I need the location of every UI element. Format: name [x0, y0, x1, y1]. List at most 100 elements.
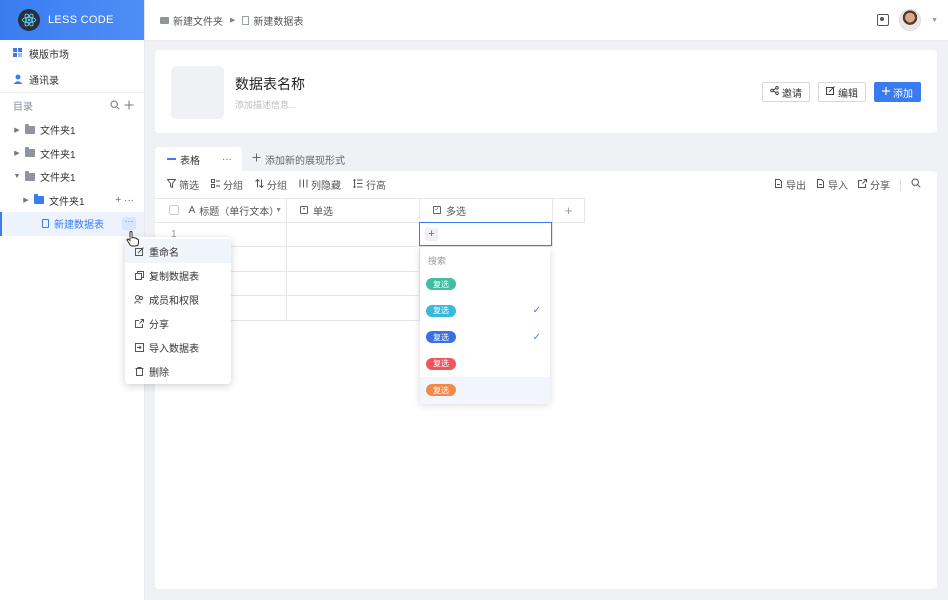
breadcrumb-sheet[interactable]: 新建数据表 — [253, 13, 303, 28]
sheet-title[interactable]: 数据表名称 — [235, 74, 305, 94]
table-cell[interactable] — [287, 247, 420, 272]
plus-icon[interactable]: + — [425, 227, 438, 241]
add-view-label: 添加新的展现形式 — [265, 155, 345, 167]
brand-header[interactable]: LESS CODE — [0, 0, 144, 40]
option-tag: 复选 — [426, 304, 456, 317]
add-column-button[interactable]: + — [553, 198, 585, 223]
filter-button[interactable]: 筛选 — [166, 177, 199, 192]
table-cell[interactable] — [287, 271, 420, 296]
row-tools[interactable]: + ··· — [115, 195, 134, 206]
import-icon — [134, 342, 144, 352]
table-cell[interactable] — [287, 222, 420, 247]
more-icon[interactable]: ··· — [222, 154, 232, 165]
caret-down-icon[interactable]: ▼ — [12, 173, 22, 180]
sort-icon — [255, 178, 264, 191]
more-icon[interactable]: ··· — [122, 217, 136, 230]
dropdown-option[interactable]: 复选 — [420, 271, 550, 298]
menu-item-delete[interactable]: 删除 — [125, 359, 231, 383]
plus-icon — [252, 153, 261, 165]
tab-label: 表格 — [180, 155, 200, 167]
group-button[interactable]: 分组 — [211, 177, 243, 192]
tree-subfolder-item[interactable]: ▶ 文件夹1 + ··· — [0, 189, 144, 213]
dropdown-option[interactable]: 复选 — [420, 351, 550, 378]
menu-item-members[interactable]: 成员和权限 — [125, 287, 231, 311]
row-height-button[interactable]: 行高 — [353, 177, 386, 192]
filter-label: 筛选 — [179, 181, 199, 192]
avatar[interactable] — [899, 9, 922, 31]
edit-button[interactable]: 编辑 — [818, 82, 866, 102]
tab-table[interactable]: 表格 ··· — [155, 147, 242, 171]
sheet-description[interactable]: 添加描述信息... — [235, 98, 297, 111]
caret-right-icon[interactable]: ▶ — [12, 149, 22, 157]
column-header-multi-select[interactable]: ✓ 多选 — [420, 198, 553, 223]
edit-icon — [826, 86, 835, 98]
user-icon — [13, 74, 23, 84]
table-cell[interactable] — [287, 296, 420, 321]
invite-button[interactable]: 邀请 — [762, 82, 810, 102]
top-bar: 新建文件夹 ▶ 新建数据表 ▼ — [145, 0, 948, 40]
table-header-row: A 标题（单行文本） ▼ • 单选 ✓ 多选 + — [155, 198, 585, 223]
row-height-icon — [353, 178, 363, 191]
caret-right-icon[interactable]: ▶ — [12, 126, 22, 134]
check-icon: ✓ — [532, 305, 541, 317]
tree-sheet-item-active[interactable]: 新建数据表 ··· — [0, 212, 144, 236]
add-button[interactable]: 添加 — [874, 82, 921, 102]
select-all-checkbox[interactable] — [169, 205, 179, 216]
import-button[interactable]: 导入 — [816, 177, 848, 192]
column-header-title[interactable]: A 标题（单行文本） ▼ — [155, 198, 287, 223]
menu-item-label: 分享 — [149, 319, 169, 331]
trash-icon — [134, 366, 144, 376]
caret-right-icon[interactable]: ▶ — [21, 196, 31, 204]
sort-button[interactable]: 分组 — [255, 177, 287, 192]
menu-item-import[interactable]: 导入数据表 — [125, 335, 231, 359]
group-icon — [211, 178, 220, 191]
column-header-label: 标题（单行文本） — [199, 206, 280, 218]
search-icon[interactable] — [911, 178, 921, 191]
column-header-single-select[interactable]: • 单选 — [287, 198, 420, 223]
dropdown-option[interactable]: 复选 ✓ — [420, 324, 550, 351]
sheet-cover-image[interactable] — [171, 66, 224, 119]
directory-header: 目录 — [0, 92, 144, 118]
contacts-icon[interactable] — [877, 14, 890, 26]
table-view-icon — [167, 158, 176, 160]
export-button[interactable]: 导出 — [774, 177, 806, 192]
tree-folder-item[interactable]: ▶ 文件夹1 — [0, 142, 144, 166]
tree-item-label: 文件夹1 — [40, 173, 76, 185]
chevron-down-icon[interactable]: ▼ — [275, 207, 282, 214]
invite-label: 邀请 — [782, 88, 802, 100]
column-header-label: 单选 — [313, 206, 333, 218]
columns-icon — [299, 179, 308, 191]
directory-label: 目录 — [13, 102, 33, 113]
hide-columns-button[interactable]: 列隐藏 — [299, 177, 341, 192]
context-menu: 重命名 复制数据表 成员和权限 分享 导入数据表 删除 — [125, 237, 231, 384]
folder-icon — [34, 194, 44, 205]
menu-item-share[interactable]: 分享 — [125, 311, 231, 335]
add-view-button[interactable]: 添加新的展现形式 — [252, 147, 345, 171]
dropdown-option[interactable]: 复选 — [420, 377, 550, 404]
nav-item-templates[interactable]: 模版市场 — [0, 40, 144, 66]
breadcrumb-folder[interactable]: 新建文件夹 — [173, 13, 223, 28]
share-button[interactable]: 分享 — [858, 177, 890, 192]
tree-folder-item-expanded[interactable]: ▼ 文件夹1 — [0, 165, 144, 189]
tree-folder-item[interactable]: ▶ 文件夹1 — [0, 118, 144, 142]
active-multi-select-cell[interactable]: + — [419, 222, 552, 246]
dropdown-option[interactable]: 复选 ✓ — [420, 298, 550, 325]
option-tag: 复选 — [426, 331, 456, 344]
sidebar: LESS CODE 模版市场 通讯录 目录 ▶ 文件夹1 ▶ 文件夹1 ▼ 文件… — [0, 0, 145, 600]
export-icon — [774, 178, 783, 191]
option-tag: 复选 — [426, 357, 456, 370]
search-icon[interactable] — [110, 99, 120, 113]
table-toolbar: 筛选 分组 分组 列隐藏 行高 导出 导入 分享 — [155, 171, 937, 198]
menu-item-label: 成员和权限 — [149, 295, 199, 307]
chevron-down-icon[interactable]: ▼ — [931, 17, 938, 24]
toolbar-divider — [900, 178, 901, 191]
plus-icon — [882, 86, 890, 98]
menu-item-rename[interactable]: 重命名 — [125, 239, 231, 263]
share-icon — [134, 318, 144, 328]
sheet-icon — [42, 219, 49, 229]
nav-item-contacts[interactable]: 通讯录 — [0, 66, 144, 92]
add-icon[interactable] — [124, 99, 134, 113]
menu-item-copy[interactable]: 复制数据表 — [125, 263, 231, 287]
dropdown-search-input[interactable]: 搜索 — [420, 249, 550, 271]
option-tag: 复选 — [426, 278, 456, 291]
